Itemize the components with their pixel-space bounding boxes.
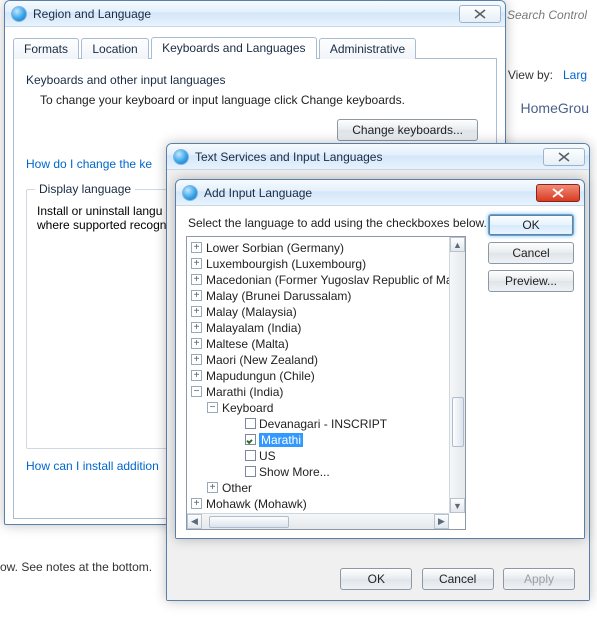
expand-icon[interactable]: +: [191, 306, 202, 317]
view-by-label: View by: Larg: [508, 68, 587, 82]
region-title: Region and Language: [33, 7, 151, 21]
vscroll-thumb[interactable]: [452, 397, 464, 447]
add-right-buttons: OK Cancel Preview...: [488, 214, 574, 298]
ok-button[interactable]: OK: [340, 568, 412, 590]
expand-icon[interactable]: +: [191, 370, 202, 381]
add-input-language-window: Add Input Language Select the language t…: [175, 179, 585, 539]
expand-icon[interactable]: +: [191, 322, 202, 333]
tab-location[interactable]: Location: [81, 38, 148, 59]
view-by-value[interactable]: Larg: [563, 68, 587, 82]
expand-icon[interactable]: +: [207, 482, 218, 493]
preview-button[interactable]: Preview...: [488, 270, 574, 292]
tree-item-other[interactable]: Other: [222, 481, 252, 495]
background-note: ow. See notes at the bottom.: [0, 560, 152, 574]
tree-item[interactable]: Mapudungun (Chile): [206, 369, 315, 383]
tab-administrative[interactable]: Administrative: [319, 38, 416, 59]
cancel-button[interactable]: Cancel: [488, 242, 574, 264]
vertical-scrollbar[interactable]: ▲ ▼: [449, 237, 465, 513]
tree-item[interactable]: Luxembourgish (Luxembourg): [206, 257, 366, 271]
expand-icon[interactable]: +: [191, 498, 202, 509]
tree-item[interactable]: Mohawk (Mohawk): [206, 497, 307, 511]
region-titlebar: Region and Language: [5, 1, 505, 27]
scroll-up-icon[interactable]: ▲: [450, 237, 465, 252]
hscroll-thumb[interactable]: [209, 516, 289, 528]
tabs: Formats Location Keyboards and Languages…: [13, 37, 497, 59]
change-keyboards-button[interactable]: Change keyboards...: [337, 119, 478, 141]
scroll-left-icon[interactable]: ◀: [187, 514, 202, 529]
globe-icon: [11, 6, 27, 22]
scroll-right-icon[interactable]: ▶: [434, 514, 449, 529]
tree-item[interactable]: US: [259, 449, 276, 463]
close-icon[interactable]: [536, 184, 580, 202]
language-tree[interactable]: + Lower Sorbian (Germany) + Luxembourgish …: [186, 236, 466, 530]
apply-button[interactable]: Apply: [503, 568, 575, 590]
expand-icon[interactable]: +: [191, 274, 202, 285]
horizontal-scrollbar[interactable]: ◀ ▶: [187, 513, 449, 529]
checkbox-us[interactable]: [245, 450, 256, 461]
collapse-icon[interactable]: −: [191, 386, 202, 397]
tree-item[interactable]: Macedonian (Former Yugoslav Republic of …: [206, 273, 449, 287]
add-input-language-body: Select the language to add using the che…: [176, 206, 584, 538]
tree-item[interactable]: Maori (New Zealand): [206, 353, 318, 367]
collapse-icon[interactable]: −: [207, 402, 218, 413]
expand-icon[interactable]: +: [191, 290, 202, 301]
tree-item[interactable]: Maltese (Malta): [206, 337, 289, 351]
tree-viewport: + Lower Sorbian (Germany) + Luxembourgish …: [187, 237, 449, 513]
keyboards-section-desc: To change your keyboard or input languag…: [40, 93, 484, 107]
ok-button[interactable]: OK: [488, 214, 574, 236]
tree-item[interactable]: Malay (Brunei Darussalam): [206, 289, 351, 303]
add-input-language-title: Add Input Language: [204, 186, 312, 200]
expand-icon[interactable]: +: [191, 338, 202, 349]
tab-formats[interactable]: Formats: [13, 38, 79, 59]
expand-icon[interactable]: +: [191, 242, 202, 253]
globe-icon: [182, 185, 198, 201]
help-install-additional-link[interactable]: How can I install addition: [26, 459, 159, 473]
tree-item[interactable]: Lower Sorbian (Germany): [206, 241, 344, 255]
keyboards-section-header: Keyboards and other input languages: [26, 73, 484, 87]
homegroup-link[interactable]: HomeGrou: [521, 100, 589, 116]
checkbox-show-more[interactable]: [245, 466, 256, 477]
tree-item-marathi[interactable]: Marathi (India): [206, 385, 283, 399]
tab-keyboards-and-languages[interactable]: Keyboards and Languages: [151, 37, 316, 59]
add-input-language-titlebar: Add Input Language: [176, 180, 584, 206]
text-services-title: Text Services and Input Languages: [195, 150, 382, 164]
checkbox-devanagari[interactable]: [245, 418, 256, 429]
scroll-down-icon[interactable]: ▼: [450, 498, 465, 513]
tree-item[interactable]: Malayalam (India): [206, 321, 301, 335]
tree-item-selected[interactable]: Marathi: [259, 433, 303, 447]
expand-icon[interactable]: +: [191, 354, 202, 365]
text-services-titlebar: Text Services and Input Languages: [167, 144, 589, 170]
tree-item[interactable]: Devanagari - INSCRIPT: [259, 417, 387, 431]
expand-icon[interactable]: +: [191, 258, 202, 269]
help-change-keyboard-link[interactable]: How do I change the ke: [26, 157, 152, 171]
close-icon[interactable]: [459, 5, 501, 23]
display-language-legend: Display language: [35, 182, 135, 196]
view-by-text: View by:: [508, 68, 553, 82]
tree-item-keyboard[interactable]: Keyboard: [222, 401, 273, 415]
tree-item-show-more[interactable]: Show More...: [259, 465, 330, 479]
checkbox-marathi[interactable]: [245, 434, 256, 445]
close-icon[interactable]: [543, 148, 585, 166]
cancel-button[interactable]: Cancel: [422, 568, 494, 590]
control-panel-search-input[interactable]: Search Control Pa: [507, 8, 587, 28]
tree-item[interactable]: Malay (Malaysia): [206, 305, 297, 319]
globe-icon: [173, 149, 189, 165]
